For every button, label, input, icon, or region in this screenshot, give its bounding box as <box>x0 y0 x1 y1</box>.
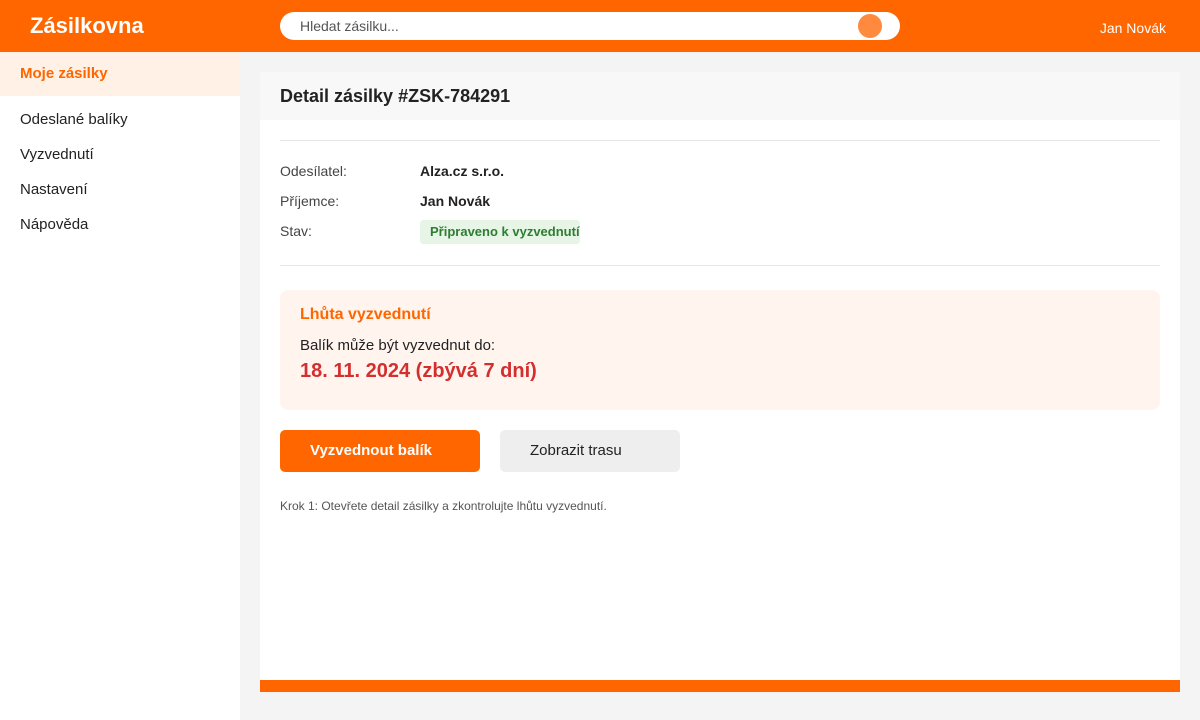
status-badge: Připraveno k vyzvednutí <box>420 220 580 244</box>
page-title: Detail zásilky #ZSK-784291 <box>280 86 511 106</box>
pickup-package-button[interactable]: Vyzvednout balík <box>280 430 480 472</box>
sidebar-item-vyzvednuti[interactable]: Vyzvednutí <box>0 137 240 172</box>
search-bar[interactable]: Hledat zásilku... <box>280 12 900 40</box>
shipment-detail-panel: Detail zásilky #ZSK-784291 Odesílatel: A… <box>260 72 1180 692</box>
brand-logo[interactable]: Zásilkovna <box>30 13 144 39</box>
user-name[interactable]: Jan Novák <box>1100 20 1166 36</box>
step-hint: Krok 1: Otevřete detail zásilky a zkontr… <box>280 499 607 513</box>
deadline-title: Lhůta vyzvednutí <box>300 306 431 323</box>
sender-label: Odesílatel: <box>280 163 347 179</box>
top-bar: Zásilkovna Hledat zásilku... Jan Novák <box>0 0 1200 52</box>
sidebar-item-napoveda[interactable]: Nápověda <box>0 207 240 242</box>
deadline-date: 18. 11. 2024 (zbývá 7 dní) <box>300 360 537 382</box>
sidebar-item-moje-zasilky[interactable]: Moje zásilky <box>0 52 240 96</box>
panel-header: Detail zásilky #ZSK-784291 <box>260 72 1180 120</box>
sidebar-item-odeslane-baliky[interactable]: Odeslané balíky <box>0 102 240 137</box>
recipient-label: Příjemce: <box>280 193 340 209</box>
divider <box>280 140 1160 141</box>
status-label: Stav: <box>280 223 312 239</box>
recipient-value: Jan Novák <box>420 193 491 209</box>
sidebar-item-nastaveni[interactable]: Nastavení <box>0 172 240 207</box>
sidebar: Moje zásilky Odeslané balíky Vyzvednutí … <box>0 52 240 720</box>
divider <box>280 265 1160 266</box>
search-input[interactable]: Hledat zásilku... <box>300 18 399 34</box>
deadline-text: Balík může být vyzvednut do: <box>300 337 496 354</box>
pickup-deadline-box: Lhůta vyzvednutí Balík může být vyzvednu… <box>280 290 1160 410</box>
search-button-icon[interactable] <box>858 14 882 38</box>
bottom-accent-bar <box>260 680 1180 692</box>
sender-value: Alza.cz s.r.o. <box>420 163 505 179</box>
show-route-button[interactable]: Zobrazit trasu <box>500 430 680 472</box>
